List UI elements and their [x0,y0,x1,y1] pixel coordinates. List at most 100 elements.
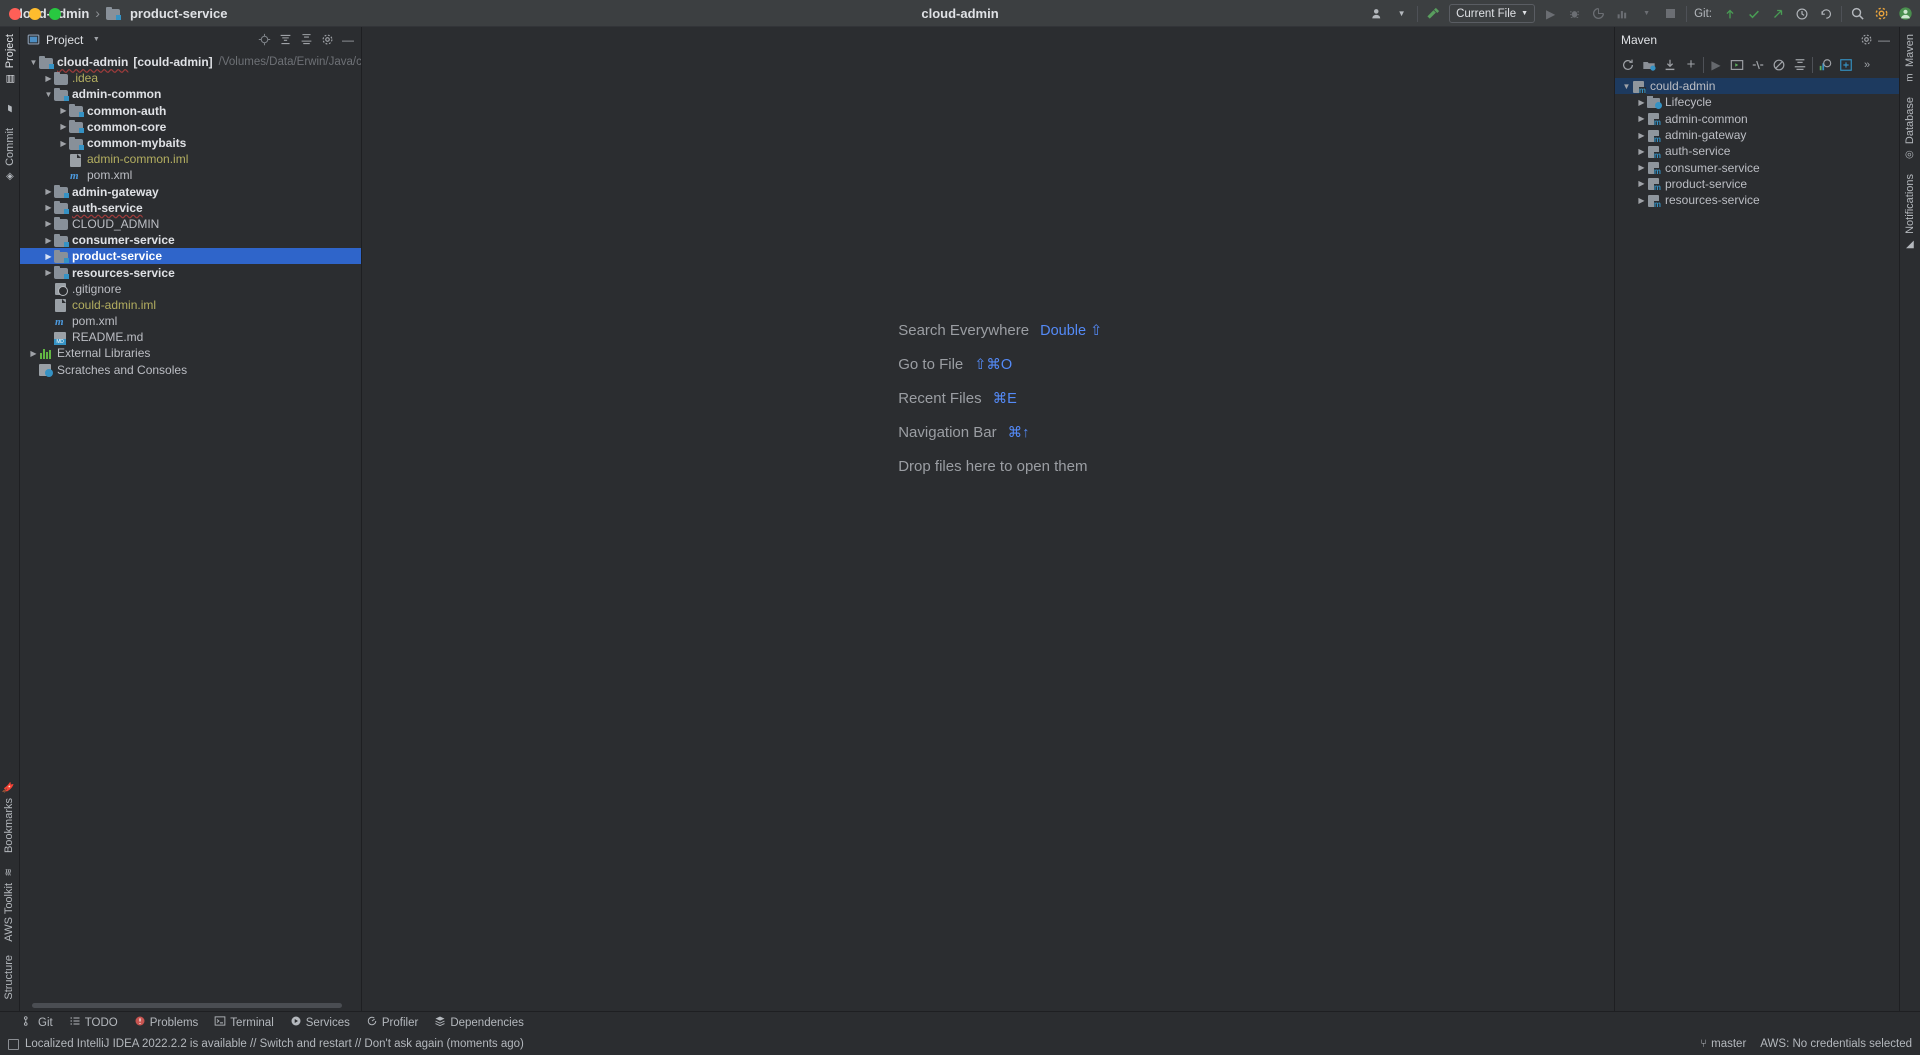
sidebar-item-folder[interactable]: ▰ [4,91,16,121]
more-icon[interactable]: » [1858,56,1876,74]
git-branch-widget[interactable]: ⑂ master [1700,1038,1746,1050]
sidebar-item-database[interactable]: ◎ Database [1902,90,1918,167]
toolwindow-button-services[interactable]: Services [290,1015,350,1030]
rollback-icon[interactable] [1817,5,1834,22]
tree-row[interactable]: ▶ could-admin.iml [20,297,361,313]
tree-row[interactable]: ▼ cloud-admin [could-admin] /Volumes/Data/E… [20,54,361,70]
tree-expand-arrow[interactable]: ▶ [43,74,54,83]
tree-row[interactable]: ▶ Scratches and Consoles [20,362,361,378]
tree-expand-arrow[interactable]: ▶ [1636,196,1647,205]
project-tree[interactable]: ▼ cloud-admin [could-admin] /Volumes/Data/E… [20,52,361,1011]
search-icon[interactable] [1849,5,1866,22]
debug-icon[interactable] [1566,5,1583,22]
tree-row[interactable]: ▶ admin-common.iml [20,151,361,167]
sidebar-item-project[interactable]: ▤ Project [2,27,18,91]
git-push-icon[interactable] [1769,5,1786,22]
settings-gear-icon[interactable] [1873,5,1890,22]
tree-row[interactable]: ▶ .gitignore [20,281,361,297]
toggle-offline-icon[interactable] [1770,56,1788,74]
sidebar-item-aws-toolkit[interactable]: AWS Toolkit ≋ [1,860,17,949]
maven-tree-row[interactable]: ▶ product-service [1615,176,1899,193]
add-maven-project-icon[interactable] [1640,56,1658,74]
tree-row[interactable]: ▶ resources-service [20,264,361,280]
git-commit-icon[interactable] [1745,5,1762,22]
tree-row[interactable]: ▶ product-service [20,248,361,265]
toolwindow-button-todo[interactable]: TODO [69,1015,118,1030]
expand-all-icon[interactable] [277,32,293,48]
tree-row[interactable]: ▶ auth-service [20,200,361,216]
tree-expand-arrow[interactable]: ▶ [1636,179,1647,188]
hide-icon[interactable]: — [340,32,356,48]
maven-tree[interactable]: ▼could-admin▶Lifecycle▶admin-common▶admi… [1615,77,1899,1011]
toolwindow-button-git[interactable]: Git [22,1015,53,1030]
git-update-icon[interactable] [1721,5,1738,22]
maven-tree-row[interactable]: ▶ admin-common [1615,111,1899,128]
collapse-all-icon[interactable] [298,32,314,48]
hide-icon[interactable]: — [1875,31,1893,49]
sidebar-item-commit[interactable]: ◈ Commit [2,121,18,189]
sidebar-item-bookmarks[interactable]: Bookmarks 🔖 [1,775,17,860]
tree-expand-arrow[interactable]: ▶ [43,252,54,261]
maven-tree-row[interactable]: ▶ consumer-service [1615,159,1899,177]
tree-row[interactable]: ▶ External Libraries [20,345,361,361]
toolwindow-button-dependencies[interactable]: Dependencies [434,1015,524,1030]
history-icon[interactable] [1793,5,1810,22]
tree-expand-arrow[interactable]: ▶ [1636,163,1647,172]
toolwindow-button-problems[interactable]: Problems [134,1015,198,1030]
coverage-icon[interactable] [1590,5,1607,22]
tree-expand-arrow[interactable]: ▶ [1636,114,1647,123]
tree-expand-arrow[interactable]: ▶ [1636,131,1647,140]
breadcrumb-module[interactable]: product-service [130,6,228,21]
tree-expand-arrow[interactable]: ▶ [58,106,69,115]
settings-gear-icon[interactable] [1857,31,1875,49]
maximize-window-button[interactable] [49,8,61,20]
build-hammer-icon[interactable] [1425,5,1442,22]
window-controls[interactable] [9,8,61,20]
tree-expand-arrow[interactable]: ▶ [58,139,69,148]
profiler-icon[interactable] [1614,5,1631,22]
settings-gear-icon[interactable] [319,32,335,48]
close-window-button[interactable] [9,8,21,20]
tree-row[interactable]: ▶ .idea [20,70,361,86]
status-message[interactable]: Localized IntelliJ IDEA 2022.2.2 is avai… [25,1038,524,1050]
minimize-window-button[interactable] [29,8,41,20]
tree-expand-arrow[interactable]: ▶ [43,236,54,245]
sidebar-item-maven[interactable]: m Maven [1902,27,1918,90]
run-icon[interactable]: ▶ [1707,56,1725,74]
tree-row[interactable]: ▶ common-core [20,119,361,135]
project-tree-horizontal-scrollbar[interactable] [32,1003,342,1008]
run-icon[interactable]: ▶ [1542,5,1559,22]
tree-expand-arrow[interactable]: ▶ [43,187,54,196]
sidebar-item-structure[interactable]: Structure [1,948,17,1007]
tree-row[interactable]: ▶m pom.xml [20,167,361,183]
account-icon[interactable] [1369,5,1386,22]
reload-icon[interactable] [1619,56,1637,74]
chevron-down-icon[interactable]: ▼ [88,32,104,48]
tree-row[interactable]: ▼ admin-common [20,86,361,102]
maven-tree-row[interactable]: ▶ auth-service [1615,143,1899,160]
maven-tree-row[interactable]: ▶ Lifecycle [1615,94,1899,110]
tree-expand-arrow[interactable]: ▶ [43,203,54,212]
stop-icon[interactable] [1662,5,1679,22]
tree-expand-arrow[interactable]: ▼ [1621,82,1632,91]
toolwindow-button-terminal[interactable]: Terminal [214,1015,274,1030]
skip-tests-icon[interactable] [1749,56,1767,74]
tree-row[interactable]: ▶m pom.xml [20,313,361,329]
maven-tree-row[interactable]: ▶ admin-gateway [1615,127,1899,144]
tree-expand-arrow[interactable]: ▶ [1636,147,1647,156]
more-icon[interactable]: ▼ [1638,5,1655,22]
target-locate-icon[interactable] [256,32,272,48]
status-notification-icon[interactable] [8,1038,19,1050]
chevron-down-icon[interactable]: ▼ [1393,5,1410,22]
show-dependencies-icon[interactable] [1816,56,1834,74]
tree-expand-arrow[interactable]: ▶ [28,349,39,358]
tree-expand-arrow[interactable]: ▶ [43,219,54,228]
add-icon[interactable]: + [1682,56,1700,74]
run-configuration-selector[interactable]: Current File ▼ [1449,4,1536,23]
aws-status[interactable]: AWS: No credentials selected [1760,1038,1912,1050]
user-avatar-icon[interactable] [1897,5,1914,22]
maven-tree-row[interactable]: ▼ could-admin [1615,78,1899,95]
tree-expand-arrow[interactable]: ▼ [28,58,39,67]
tree-expand-arrow[interactable]: ▶ [58,122,69,131]
tree-row[interactable]: ▶ CLOUD_ADMIN [20,216,361,232]
